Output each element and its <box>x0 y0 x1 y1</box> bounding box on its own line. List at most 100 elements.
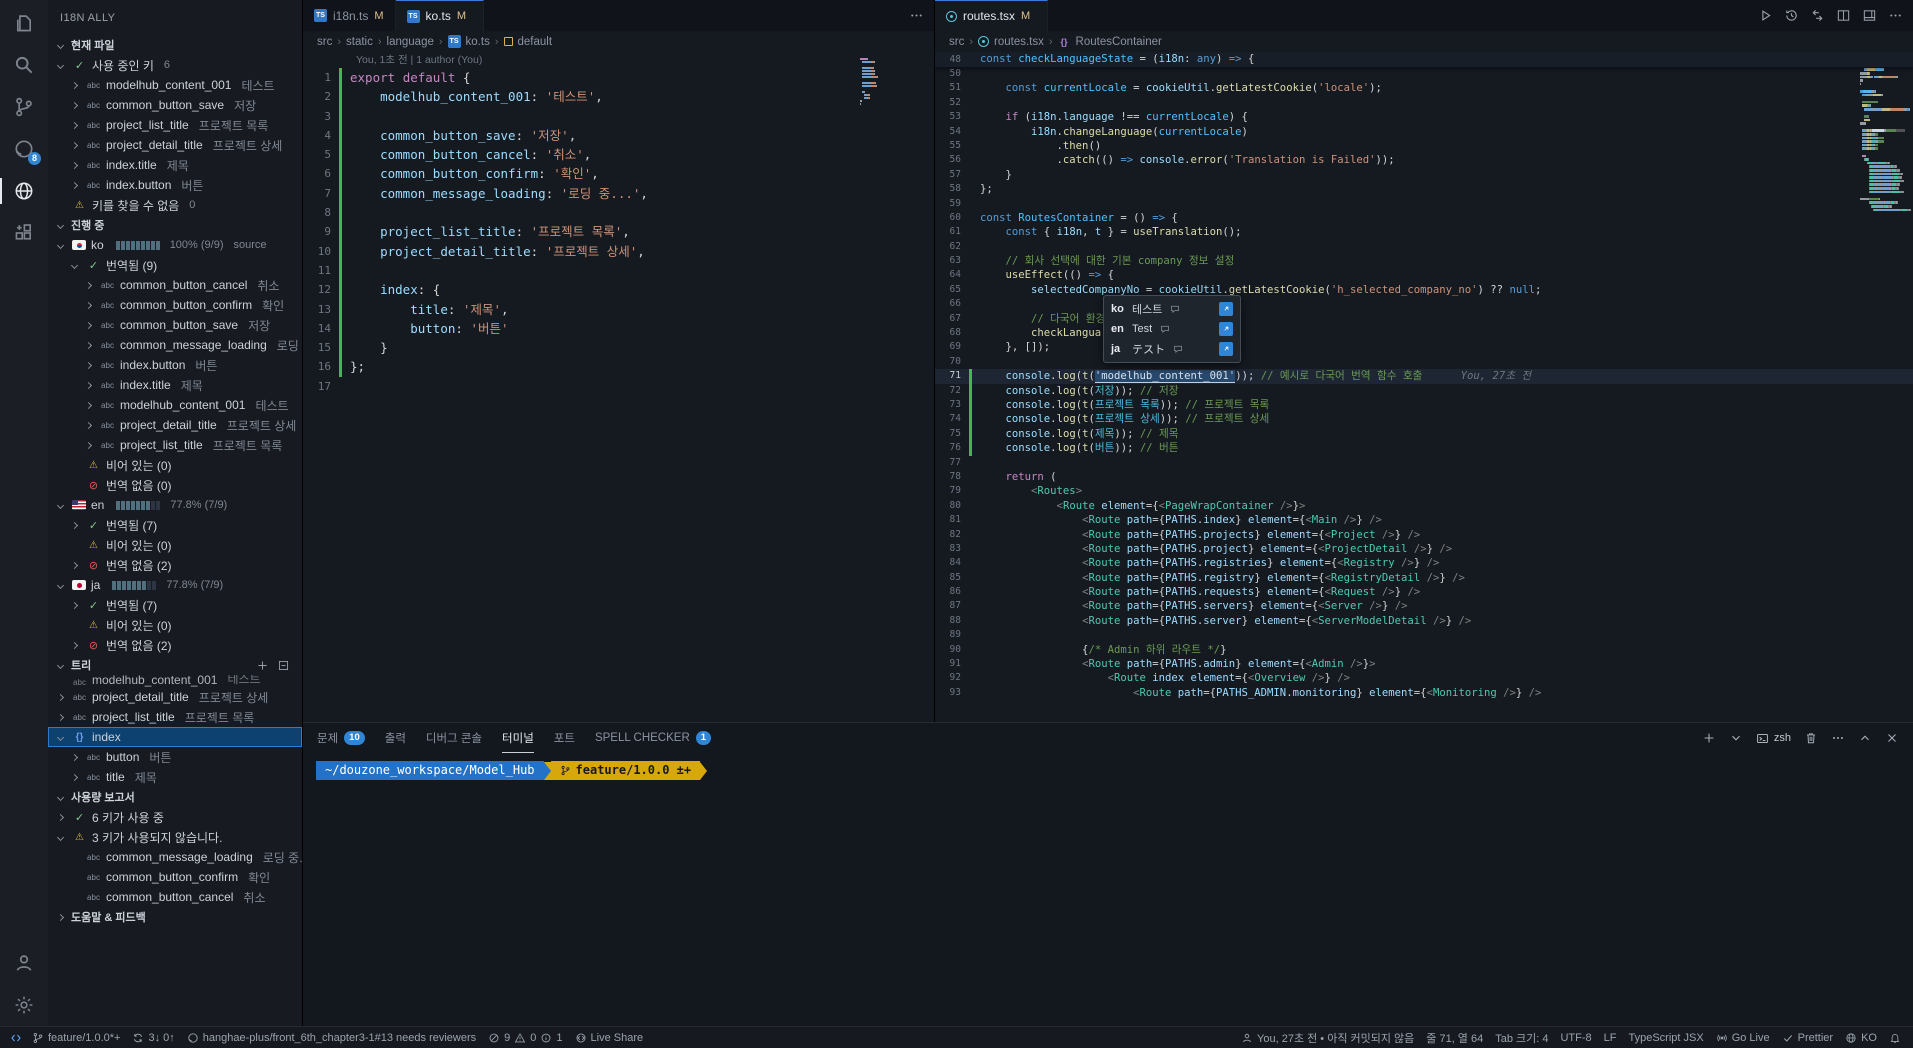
tree-item-index.button[interactable]: abc index.button 버튼 <box>48 175 302 195</box>
status-cursor-position[interactable]: 줄 71, 열 64 <box>1420 1027 1489 1048</box>
code-line-10[interactable]: 10 project_detail_title: '프로젝트 상세', <box>303 241 934 261</box>
status-remote[interactable] <box>6 1027 26 1048</box>
more-icon[interactable] <box>1888 8 1903 23</box>
breadcrumbs[interactable]: src › routes.tsx › RoutesContainer <box>935 31 1913 52</box>
tree-item-번역 없음 (2)[interactable]: ⊘ 번역 없음 (2) <box>48 555 302 575</box>
collapse-icon[interactable] <box>277 659 290 672</box>
tab-ko.ts[interactable]: ko.tsM <box>395 0 485 33</box>
tree-item-index[interactable]: {} index <box>48 727 302 747</box>
code-line-5[interactable]: 5 common_button_cancel: '취소', <box>303 145 934 165</box>
tree-item-common_message_loading[interactable]: abccommon_message_loading로딩 중... <box>48 847 302 867</box>
speech-icon[interactable] <box>1170 304 1180 314</box>
panel-tab-출력[interactable]: 출력 <box>385 723 406 753</box>
code-line-93[interactable]: 93 <Route path={PATHS_ADMIN.monitoring} … <box>935 686 1913 700</box>
open-key-icon[interactable] <box>1219 322 1233 336</box>
section-header-진행 중[interactable]: 진행 중 <box>48 215 302 235</box>
tree-item-en[interactable]: en 77.8% (7/9) <box>48 495 302 515</box>
status-spell-ko[interactable]: KO <box>1839 1027 1883 1048</box>
code-editor-routes-tsx[interactable]: 48 const checkLanguageState = (i18n: any)… <box>935 52 1913 722</box>
code-line-72[interactable]: 72 console.log(t(저장)); // 저장 <box>935 383 1913 398</box>
code-line-74[interactable]: 74 console.log(t(프로젝트 상세)); // 프로젝트 상세 <box>935 412 1913 427</box>
section-header-사용량 보고서[interactable]: 사용량 보고서 <box>48 787 302 807</box>
code-line-80[interactable]: 80 <Route element={<PageWrapContainer />… <box>935 499 1913 513</box>
tree-item-번역됨 (7)[interactable]: ✓ 번역됨 (7) <box>48 515 302 535</box>
status-live-share[interactable]: Live Share <box>569 1027 650 1048</box>
play-icon[interactable] <box>1758 8 1773 23</box>
tree-item-common_button_confirm[interactable]: abc common_button_confirm 확인 <box>48 295 302 315</box>
code-line-17[interactable]: 17 <box>303 377 934 396</box>
section-header-도움말 & 피드백[interactable]: 도움말 & 피드백 <box>48 907 302 927</box>
tree-item-비어 있는 (0)[interactable]: ⚠ 비어 있는 (0) <box>48 535 302 555</box>
activity-item-search[interactable] <box>0 44 48 86</box>
code-line-55[interactable]: 55 .then() <box>935 139 1913 153</box>
code-line-81[interactable]: 81 <Route path={PATHS.index} element={<M… <box>935 513 1913 527</box>
breadcrumb-src[interactable]: src <box>317 36 332 48</box>
code-line-69[interactable]: 69 }, []); <box>935 340 1913 354</box>
status-eol[interactable]: LF <box>1598 1027 1623 1048</box>
code-line-62[interactable]: 62 <box>935 240 1913 254</box>
panel-tab-문제[interactable]: 문제 10 <box>317 723 365 753</box>
tree-item-common_message_loading[interactable]: abccommon_message_loading로딩 중... <box>48 335 302 355</box>
code-line-57[interactable]: 57 } <box>935 168 1913 182</box>
terminal-profile-zsh[interactable]: zsh <box>1756 732 1791 745</box>
status-prettier[interactable]: Prettier <box>1776 1027 1839 1048</box>
tree-item-3 키가 사용되지 않습니다.[interactable]: ⚠ 3 키가 사용되지 않습니다. <box>48 827 302 847</box>
tree-item-common_button_cancel[interactable]: abc common_button_cancel 취소 <box>48 887 302 907</box>
code-line-73[interactable]: 73 console.log(t(프로젝트 목록)); // 프로젝트 목록 <box>935 397 1913 413</box>
code-line-92[interactable]: 92 <Route index element={<Overview />} /… <box>935 671 1913 685</box>
code-line-83[interactable]: 83 <Route path={PATHS.project} element={… <box>935 542 1913 556</box>
trash-icon[interactable] <box>1804 731 1818 745</box>
tree-item-project_list_title[interactable]: abc project_list_title 프로젝트 목록 <box>48 435 302 455</box>
code-line-58[interactable]: 58}; <box>935 182 1913 196</box>
breadcrumb-language[interactable]: language <box>387 36 434 48</box>
breadcrumbs[interactable]: src › static › language › ko.ts › default <box>303 31 934 52</box>
tree-item-비어 있는 (0)[interactable]: ⚠ 비어 있는 (0) <box>48 455 302 475</box>
code-line-54[interactable]: 54 i18n.changeLanguage(currentLocale) <box>935 125 1913 139</box>
activity-item-explorer[interactable] <box>0 2 48 44</box>
code-line-48[interactable]: 48 const checkLanguageState = (i18n: any)… <box>935 52 1913 67</box>
more-icon[interactable] <box>909 8 924 23</box>
sticky-scroll-line[interactable]: 48 const checkLanguageState = (i18n: any)… <box>935 52 1913 67</box>
code-line-8[interactable]: 8 <box>303 203 934 223</box>
code-line-82[interactable]: 82 <Route path={PATHS.projects} element=… <box>935 528 1913 542</box>
tree-item-common_button_save[interactable]: abc common_button_save 저장 <box>48 315 302 335</box>
code-line-12[interactable]: 12 index: { <box>303 280 934 300</box>
tree-item-project_detail_title[interactable]: abc project_detail_title 프로젝트 상세 <box>48 687 302 707</box>
breadcrumb-routes.tsx[interactable]: routes.tsx <box>994 36 1044 48</box>
open-key-icon[interactable] <box>1219 342 1233 356</box>
code-line-16[interactable]: 16}; <box>303 357 934 377</box>
code-line-70[interactable]: 70 <box>935 355 1913 369</box>
code-line-68[interactable]: 68 checkLangua <box>935 326 1913 340</box>
status-language-mode[interactable]: TypeScript JSX <box>1623 1027 1710 1048</box>
activity-item-github-pull-requests[interactable]: 8 <box>0 128 48 170</box>
code-line-63[interactable]: 63 // 회사 선택에 대한 기본 company 정보 설정 <box>935 254 1913 268</box>
code-line-79[interactable]: 79 <Routes> <box>935 484 1913 498</box>
tree-item-project_list_title[interactable]: abc project_list_title 프로젝트 목록 <box>48 115 302 135</box>
status-indentation[interactable]: Tab 크기: 4 <box>1489 1027 1554 1048</box>
git-blame-codelens[interactable]: You, 1초 전 | 1 author (You) <box>356 52 934 68</box>
chevdown-icon[interactable] <box>1729 731 1743 745</box>
code-editor-ko-ts[interactable]: You, 1초 전 | 1 author (You) 1 export defau… <box>303 52 934 722</box>
minimap[interactable] <box>1860 54 1911 212</box>
panel-tab-SPELL CHECKER[interactable]: SPELL CHECKER 1 <box>595 723 712 753</box>
code-line-66[interactable]: 66 <box>935 297 1913 311</box>
code-line-86[interactable]: 86 <Route path={PATHS.requests} element=… <box>935 585 1913 599</box>
status-encoding[interactable]: UTF-8 <box>1554 1027 1597 1048</box>
code-line-9[interactable]: 9 project_list_title: '프로젝트 목록', <box>303 222 934 242</box>
status-go-live[interactable]: Go Live <box>1710 1027 1776 1048</box>
plus-icon[interactable] <box>1702 731 1716 745</box>
activity-item-settings[interactable] <box>0 984 48 1026</box>
activity-item-source-control[interactable] <box>0 86 48 128</box>
code-line-4[interactable]: 4 common_button_save: '저장', <box>303 125 934 146</box>
code-line-78[interactable]: 78 return ( <box>935 470 1913 484</box>
code-line-87[interactable]: 87 <Route path={PATHS.servers} element={… <box>935 599 1913 613</box>
activity-item-i18n-ally[interactable] <box>0 170 48 212</box>
status-sync[interactable]: 3↓ 0↑ <box>126 1027 180 1048</box>
code-line-77[interactable]: 77 <box>935 456 1913 470</box>
status-branch[interactable]: feature/1.0.0*+ <box>26 1027 126 1048</box>
tree-item-index.title[interactable]: abc index.title 제목 <box>48 155 302 175</box>
open-key-icon[interactable] <box>1219 302 1233 316</box>
tree-item-common_button_save[interactable]: abc common_button_save 저장 <box>48 95 302 115</box>
breadcrumb-RoutesContainer[interactable]: RoutesContainer <box>1076 36 1162 48</box>
terminal[interactable]: ~/douzone_workspace/Model_Hub feature/1.0… <box>303 753 1913 780</box>
